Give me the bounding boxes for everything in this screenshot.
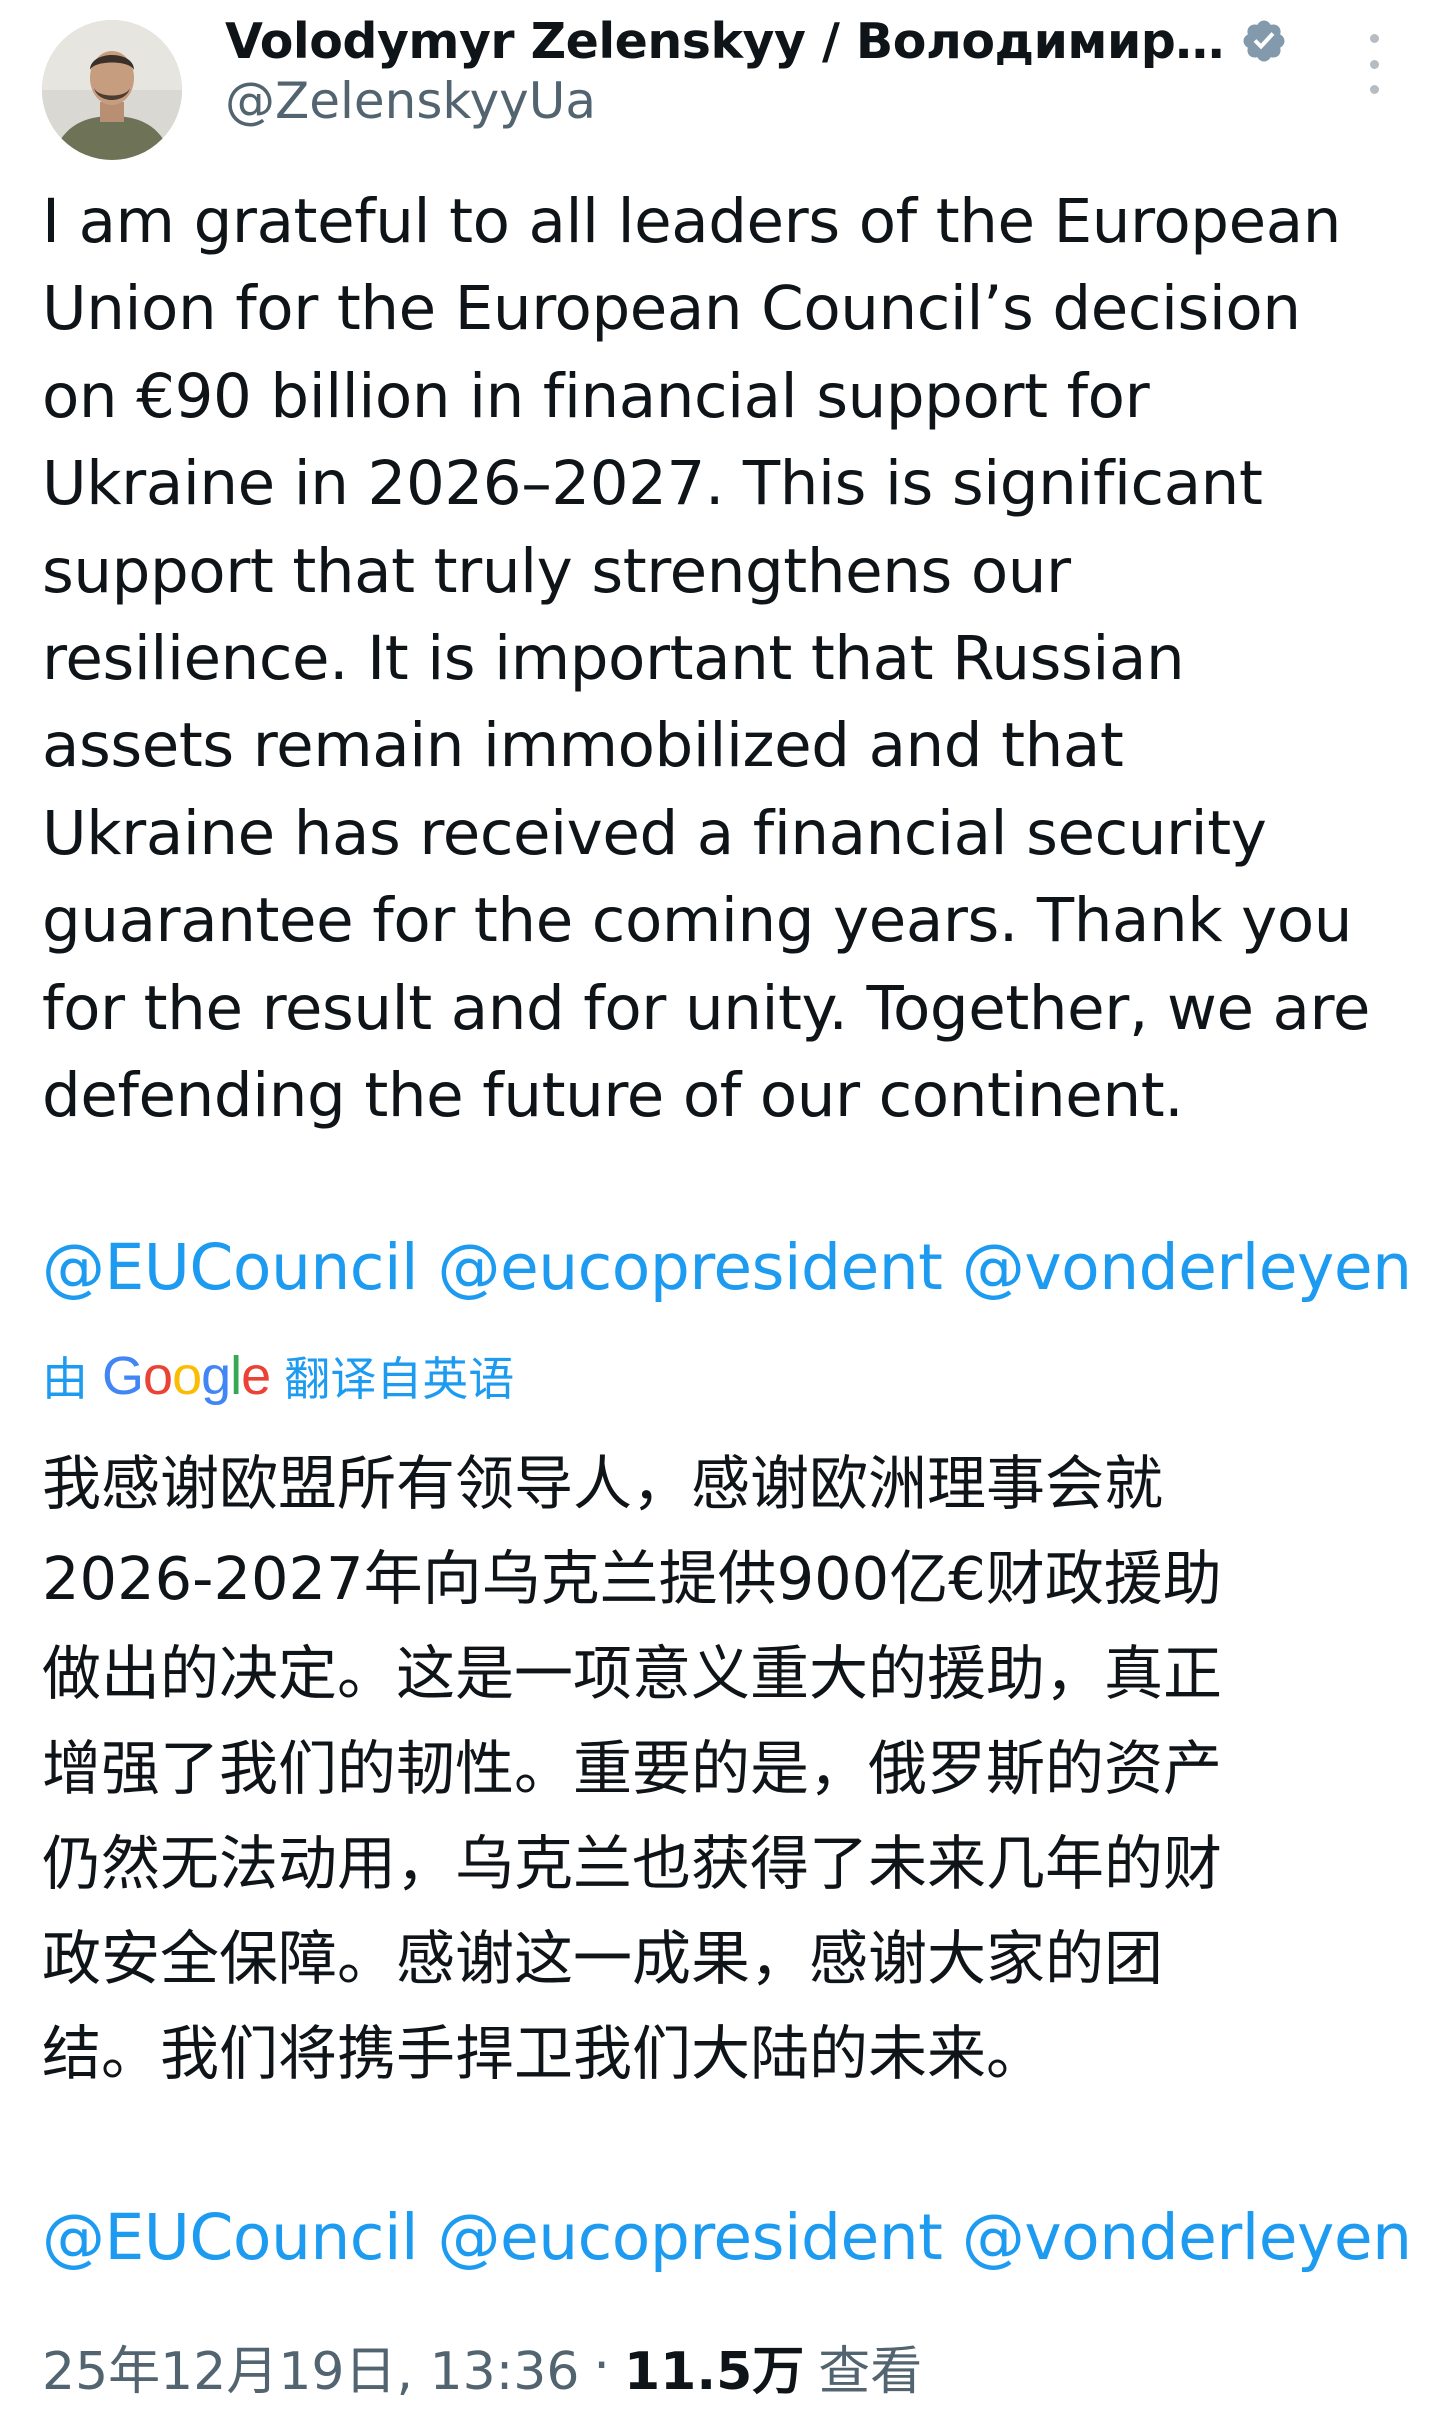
tweet-mentions: @EUCouncil @eucopresident @vonderleyen [42, 1228, 1432, 1308]
avatar[interactable] [42, 20, 182, 160]
mention-link-vonderleyen[interactable]: @vonderleyen [962, 1231, 1412, 1304]
mention-link-eucopresident[interactable]: @eucopresident [437, 2201, 942, 2274]
views-count: 11.5万 [623, 2341, 805, 2402]
tweet-text: I am grateful to all leaders of the Euro… [42, 186, 1371, 1132]
translated-mentions: @EUCouncil @eucopresident @vonderleyen [42, 2198, 1432, 2278]
more-dot [1369, 59, 1379, 69]
translation-prefix: 由 [42, 1352, 88, 1406]
mention-link-eucouncil[interactable]: @EUCouncil [42, 2201, 418, 2274]
meta-separator: · [593, 2336, 610, 2396]
translated-by-google-link[interactable]: 由 Google 翻译自英语 [42, 1340, 514, 1412]
tweet-meta: 25年12月19日, 13:36 · 11.5万 查看 [42, 2326, 922, 2406]
display-name-row: Volodymyr Zelenskyy / Володимир… [225, 6, 1288, 76]
mention-link-vonderleyen[interactable]: @vonderleyen [962, 2201, 1412, 2274]
handle[interactable]: @ZelenskyyUa [225, 72, 596, 130]
tweet-header: Volodymyr Zelenskyy / Володимир… @Zelens… [0, 0, 1439, 170]
avatar-image [42, 20, 182, 160]
timestamp[interactable]: 25年12月19日, 13:36 [42, 2329, 579, 2404]
more-options-icon[interactable] [1352, 34, 1396, 94]
mention-link-eucouncil[interactable]: @EUCouncil [42, 1231, 418, 1304]
more-dot [1369, 85, 1379, 94]
verified-badge-icon [1243, 20, 1285, 62]
mention-link-eucopresident[interactable]: @eucopresident [437, 1231, 942, 1304]
translation-suffix: 翻译自英语 [284, 1352, 515, 1406]
translated-text: 我感谢欧盟所有领导人，感谢欧洲理事会就 2026-2027年向乌克兰提供900亿… [42, 1449, 1223, 2088]
google-logo: Google [102, 1346, 271, 1406]
views-label: 查看 [818, 2341, 923, 2402]
more-dot [1369, 34, 1379, 43]
display-name[interactable]: Volodymyr Zelenskyy / Володимир… [225, 13, 1224, 70]
